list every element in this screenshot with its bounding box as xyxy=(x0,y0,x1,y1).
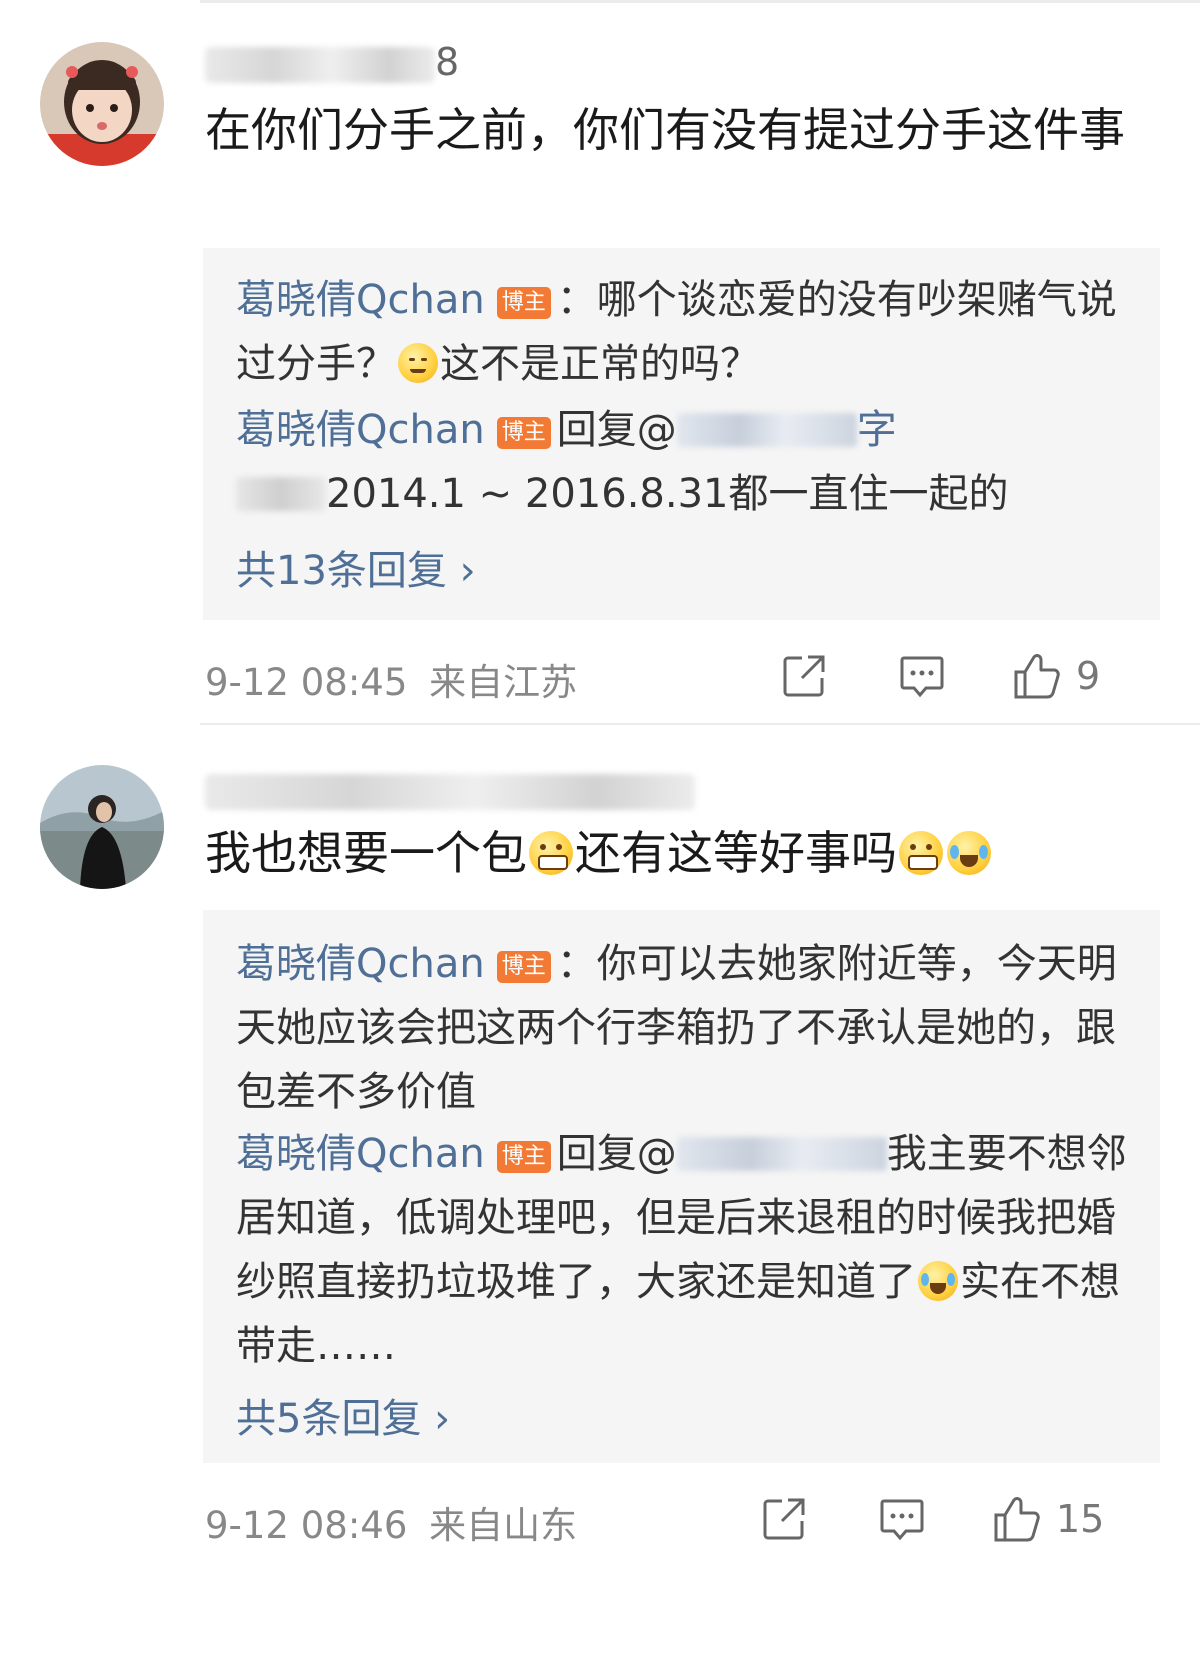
author-badge: 博主 xyxy=(496,1141,551,1173)
reply-text: 这不是正常的吗？ xyxy=(440,341,760,387)
like-button[interactable]: 15 xyxy=(992,1489,1104,1549)
comment-location: 来自江苏 xyxy=(429,661,578,704)
blurred-mention xyxy=(676,413,857,447)
blurred-mention xyxy=(676,1137,887,1171)
comment-item: 我也想要一个包 还有这等好事吗 葛晓倩Qchan 博主 ：你可以去她家附近等，今天明天… xyxy=(0,725,1200,1656)
avatar[interactable] xyxy=(40,765,164,889)
blurred-username xyxy=(205,773,695,810)
comment-text: 我也想要一个包 还有这等好事吗 xyxy=(205,821,1160,885)
grin-emoji xyxy=(529,831,573,875)
reply-text: 2014.1 ~ 2016.8.31都一直住一起的 xyxy=(326,471,1009,517)
more-replies-link[interactable]: 共5条回复 › xyxy=(236,1386,450,1444)
like-count: 15 xyxy=(1056,1497,1105,1541)
comment-actions: 9 xyxy=(780,646,1160,706)
username[interactable]: 8 xyxy=(205,40,460,84)
laugh-cry-emoji xyxy=(947,831,991,875)
comment-button[interactable] xyxy=(878,1489,926,1549)
reply-author[interactable]: 葛晓倩Qchan xyxy=(236,941,485,987)
reply-author[interactable]: 葛晓倩Qchan xyxy=(236,407,485,453)
reply-author[interactable]: 葛晓倩Qchan xyxy=(236,277,485,323)
reply-box: 葛晓倩Qchan 博主 ：你可以去她家附近等，今天明天她应该会把这两个行李箱扔了不承… xyxy=(203,910,1160,1463)
share-icon xyxy=(783,655,825,697)
like-icon xyxy=(994,1497,1040,1542)
comment-button[interactable] xyxy=(898,646,946,706)
reply-box: 葛晓倩Qchan 博主 ：哪个谈恋爱的没有吵架赌气说过分手？ 这不是正常的吗？ 葛晓倩… xyxy=(203,248,1160,620)
like-icon xyxy=(1014,654,1060,699)
avatar[interactable] xyxy=(40,42,164,166)
reply-item: 葛晓倩Qchan 博主 回复@ 我主要不想邻居知道，低调处理吧，但是后来退租的时候我把… xyxy=(236,1131,1127,1369)
author-badge: 博主 xyxy=(496,417,551,449)
share-icon xyxy=(763,1498,805,1540)
comment-time: 9-12 08:46 xyxy=(205,1504,408,1547)
reply-item: 葛晓倩Qchan 博主 ：哪个谈恋爱的没有吵架赌气说过分手？ 这不是正常的吗？ xyxy=(236,268,1130,396)
blurred-mention xyxy=(236,477,326,511)
share-button[interactable] xyxy=(780,646,828,706)
comment-meta: 9-12 08:46 来自山东 xyxy=(205,1495,577,1549)
share-button[interactable] xyxy=(760,1489,808,1549)
blurred-username xyxy=(205,46,435,83)
comment-icon xyxy=(880,1499,924,1541)
more-replies-link[interactable]: 共13条回复 › xyxy=(236,538,476,596)
comment-item: 8 在你们分手之前，你们有没有提过分手这件事 葛晓倩Qchan 博主 ：哪个谈恋爱的… xyxy=(0,0,1200,725)
laugh-cry-emoji xyxy=(918,1261,958,1301)
sweat-smile-emoji xyxy=(398,343,438,383)
username[interactable] xyxy=(205,767,695,811)
author-badge: 博主 xyxy=(496,951,551,983)
reply-author[interactable]: 葛晓倩Qchan xyxy=(236,1131,485,1177)
like-count: 9 xyxy=(1076,654,1101,698)
comment-icon xyxy=(900,656,944,698)
like-button[interactable]: 9 xyxy=(1012,646,1100,706)
author-badge: 博主 xyxy=(496,287,551,319)
comment-location: 来自山东 xyxy=(429,1504,578,1547)
reply-item: 葛晓倩Qchan 博主 回复@ 字 2014.1 ~ 2016.8.31都一直住一起的 xyxy=(236,407,1009,517)
comment-meta: 9-12 08:45 来自江苏 xyxy=(205,652,577,706)
grin-emoji xyxy=(899,831,943,875)
comment-text: 在你们分手之前，你们有没有提过分手这件事 xyxy=(205,103,1125,157)
comment-time: 9-12 08:45 xyxy=(205,661,408,704)
comment-actions: 15 xyxy=(760,1489,1160,1549)
reply-item: 葛晓倩Qchan 博主 ：你可以去她家附近等，今天明天她应该会把这两个行李箱扔了不承… xyxy=(236,932,1130,1124)
